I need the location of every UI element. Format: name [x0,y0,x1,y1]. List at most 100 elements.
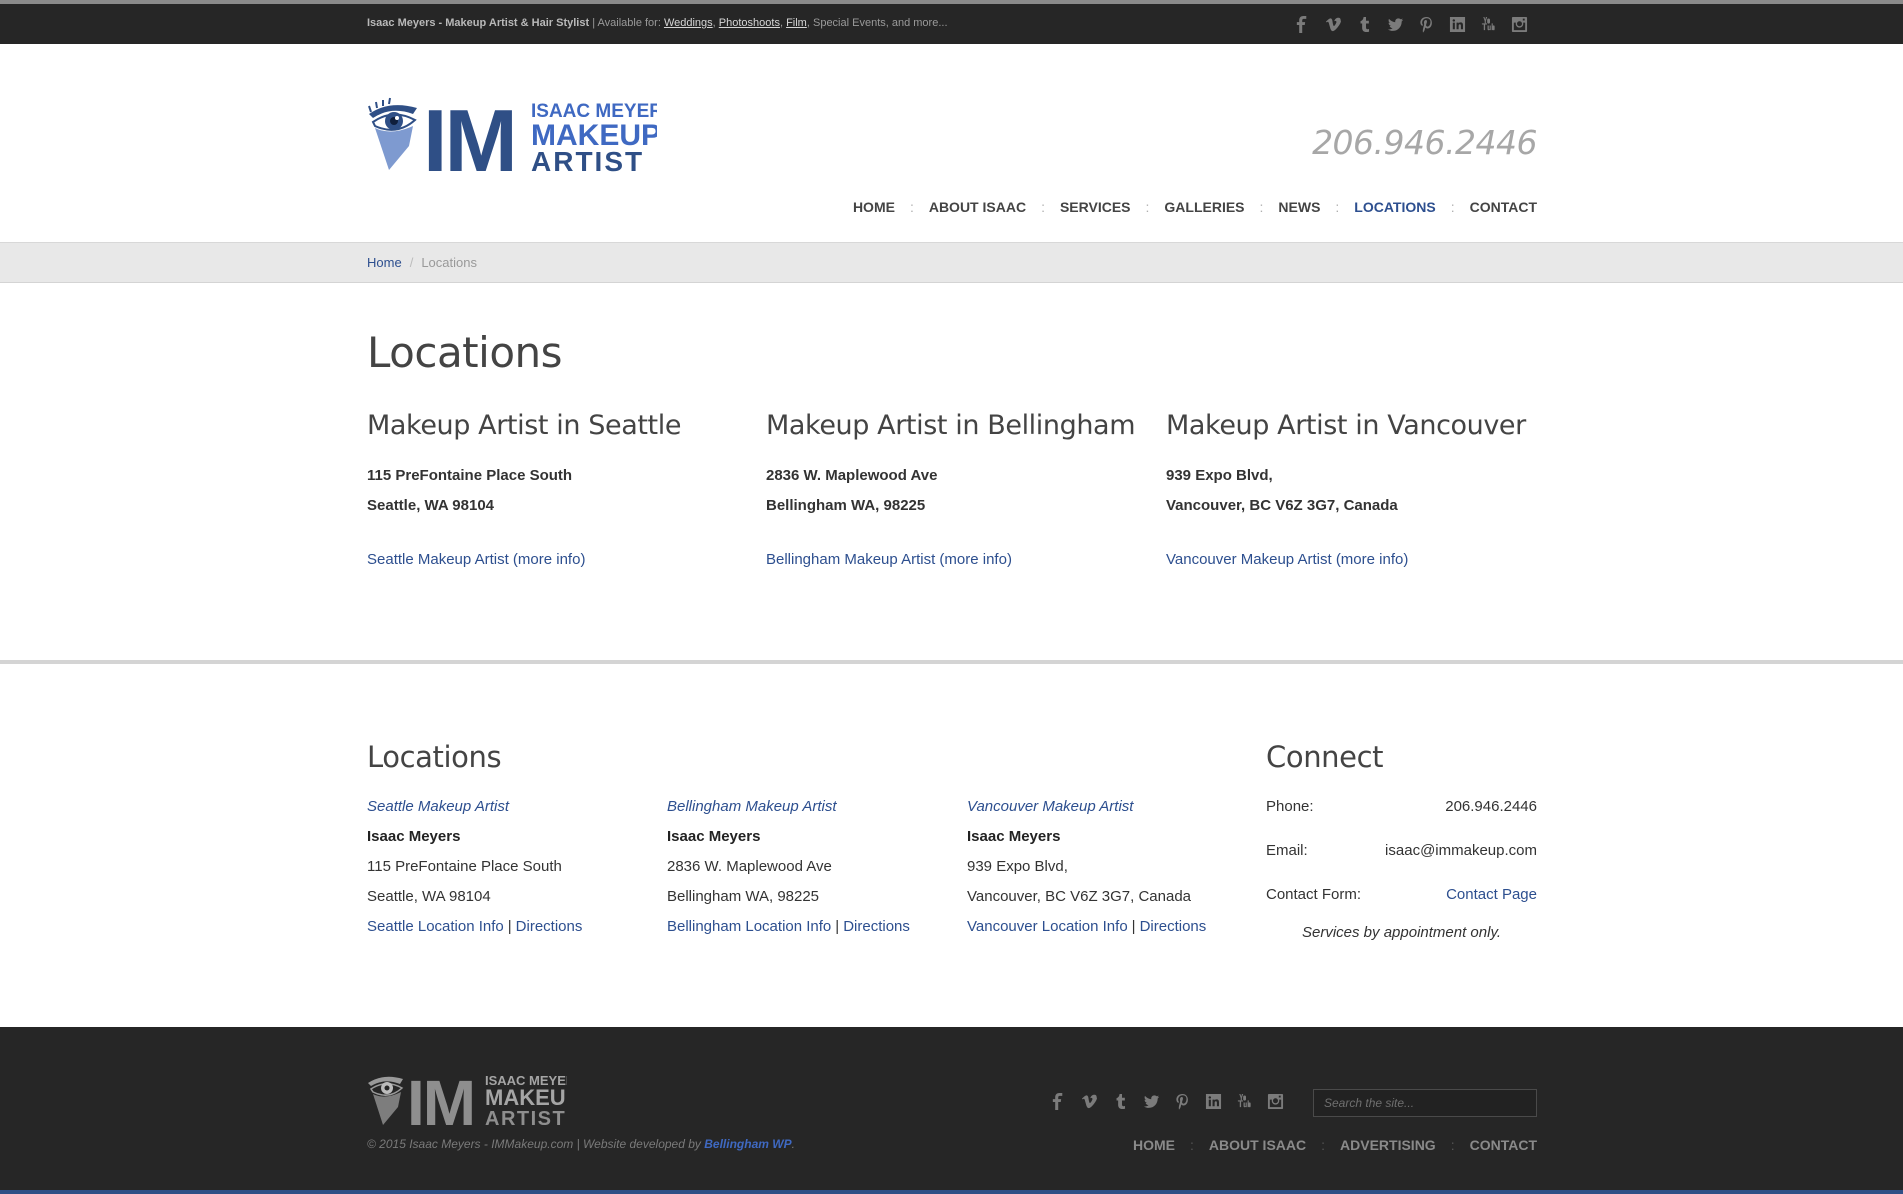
address-line: 115 PreFontaine Place South [367,467,573,484]
phone-label: Phone: [1266,798,1314,815]
address-line: 939 Expo Blvd, [1166,467,1273,484]
site-footer: IM ISAAC MEYERS MAKEUP ARTIST © 2015 Isa… [0,1027,1903,1194]
nav-item-about-isaac[interactable]: ABOUT ISAAC [929,199,1026,215]
address-line: Seattle, WA 98104 [367,497,495,514]
footer-location-vancouver: Vancouver Makeup Artist Isaac Meyers 939… [967,792,1206,942]
address-line: Vancouver, BC V6Z 3G7, Canada [967,888,1192,905]
nav-separator: : [1259,199,1264,215]
vimeo-icon[interactable] [1324,15,1342,33]
tagline: Isaac Meyers - Makeup Artist & Hair Styl… [367,17,948,29]
main-content: Locations Makeup Artist in Seattle 115 P… [0,284,1903,661]
eye-logo-icon [368,1076,404,1125]
footer-location-name: Isaac Meyers [967,828,1061,845]
directions-link[interactable]: Directions [516,918,583,935]
svg-text:ARTIST: ARTIST [485,1108,566,1127]
nav-separator: : [1190,1137,1194,1153]
contact-form-label: Contact Form: [1266,886,1362,903]
location-info-link[interactable]: Bellingham Location Info [667,918,831,935]
facebook-icon[interactable] [1049,1092,1067,1110]
top-bar: Isaac Meyers - Makeup Artist & Hair Styl… [0,0,1903,44]
nav-item-contact[interactable]: CONTACT [1470,199,1537,215]
footer-nav-item-advertising[interactable]: ADVERTISING [1340,1137,1436,1153]
footer-nav-item-home[interactable]: HOME [1133,1137,1175,1153]
nav-separator: : [1041,199,1045,215]
photoshoots-link[interactable]: Photoshoots [719,17,780,29]
nav-separator: : [1335,199,1340,215]
nav-item-home[interactable]: HOME [853,199,895,215]
footer-location-bellingham: Bellingham Makeup Artist Isaac Meyers 28… [667,792,910,942]
nav-item-locations[interactable]: LOCATIONS [1354,199,1435,215]
tumblr-icon[interactable] [1355,15,1373,33]
email-label: Email: [1266,842,1308,859]
address-line: 939 Expo Blvd, [967,858,1068,875]
header-phone: 206.946.2446 [1312,123,1537,162]
nav-separator: : [1450,199,1455,215]
page-title: Locations [367,328,563,377]
location-heading: Makeup Artist in Seattle [367,410,682,441]
twitter-icon[interactable] [1142,1092,1160,1110]
directions-link[interactable]: Directions [843,918,910,935]
location-heading: Makeup Artist in Bellingham [766,410,1136,441]
logo-monogram: IM [423,92,515,172]
facebook-icon[interactable] [1293,15,1311,33]
svg-text:IM: IM [407,1067,474,1127]
nav-separator: : [909,199,914,215]
footer-nav-item-about-isaac[interactable]: ABOUT ISAAC [1209,1137,1306,1153]
svg-text:MAKEUP: MAKEUP [485,1085,567,1110]
nav-item-galleries[interactable]: GALLERIES [1164,199,1244,215]
widget-title-locations: Locations [367,740,502,774]
instagram-icon[interactable] [1266,1092,1284,1110]
pinterest-icon[interactable] [1173,1092,1191,1110]
developer-link[interactable]: Bellingham WP [704,1137,791,1151]
vimeo-icon[interactable] [1080,1092,1098,1110]
address-line: Bellingham WA, 98225 [667,888,820,905]
linkedin-icon[interactable] [1448,15,1466,33]
film-link[interactable]: Film [786,17,807,29]
instagram-icon[interactable] [1510,15,1528,33]
nav-separator: : [1145,199,1150,215]
nav-separator: : [1450,1137,1455,1153]
widget-title-connect: Connect [1266,740,1384,774]
youtube-icon[interactable] [1235,1092,1253,1110]
youtube-icon[interactable] [1479,15,1497,33]
location-more-info-link[interactable]: Bellingham Makeup Artist (more info) [766,551,1156,568]
address-line: 115 PreFontaine Place South [367,858,562,875]
directions-link[interactable]: Directions [1140,918,1207,935]
site-brand: Isaac Meyers - Makeup Artist & Hair Styl… [367,17,590,29]
footer-nav-item-contact[interactable]: CONTACT [1470,1137,1537,1153]
footer-logo[interactable]: IM ISAAC MEYERS MAKEUP ARTIST [367,1067,567,1127]
connect-widget: Phone: 206.946.2446 Email: isaac@immakeup.… [1266,792,1537,941]
email-value: isaac@immakeup.com [1385,842,1537,859]
pinterest-icon[interactable] [1417,15,1435,33]
contact-page-link[interactable]: Contact Page [1446,880,1537,924]
footer-location-title-link[interactable]: Seattle Makeup Artist [367,792,582,822]
location-bellingham: Makeup Artist in Bellingham 2836 W. Mapl… [766,410,1156,568]
breadcrumb: Home / Locations [0,243,1903,283]
footer-nav: HOME: ABOUT ISAAC: ADVERTISING: CONTACT [1133,1137,1537,1153]
address-line: Vancouver, BC V6Z 3G7, Canada [1166,497,1398,514]
location-vancouver: Makeup Artist in Vancouver 939 Expo Blvd… [1166,410,1556,568]
address-line: Seattle, WA 98104 [367,888,491,905]
linkedin-icon[interactable] [1204,1092,1222,1110]
site-logo[interactable]: IM ISAAC MEYERS MAKEUP ARTIST [367,92,657,172]
search-input[interactable] [1313,1089,1537,1117]
twitter-icon[interactable] [1386,15,1404,33]
weddings-link[interactable]: Weddings [664,17,713,29]
breadcrumb-current: Locations [421,255,477,270]
address-line: 2836 W. Maplewood Ave [667,858,832,875]
copyright: © 2015 Isaac Meyers - IMMakeup.com | Web… [367,1137,795,1151]
social-links-top [1293,15,1528,33]
tumblr-icon[interactable] [1111,1092,1129,1110]
address-line: 2836 W. Maplewood Ave [766,467,938,484]
breadcrumb-home-link[interactable]: Home [367,255,402,270]
nav-item-news[interactable]: NEWS [1278,199,1320,215]
nav-item-services[interactable]: SERVICES [1060,199,1131,215]
location-more-info-link[interactable]: Vancouver Makeup Artist (more info) [1166,551,1556,568]
footer-location-title-link[interactable]: Vancouver Makeup Artist [967,792,1206,822]
location-more-info-link[interactable]: Seattle Makeup Artist (more info) [367,551,757,568]
location-info-link[interactable]: Vancouver Location Info [967,918,1128,935]
footer-location-name: Isaac Meyers [367,828,461,845]
location-info-link[interactable]: Seattle Location Info [367,918,504,935]
nav-separator: : [1321,1137,1326,1153]
footer-location-title-link[interactable]: Bellingham Makeup Artist [667,792,910,822]
